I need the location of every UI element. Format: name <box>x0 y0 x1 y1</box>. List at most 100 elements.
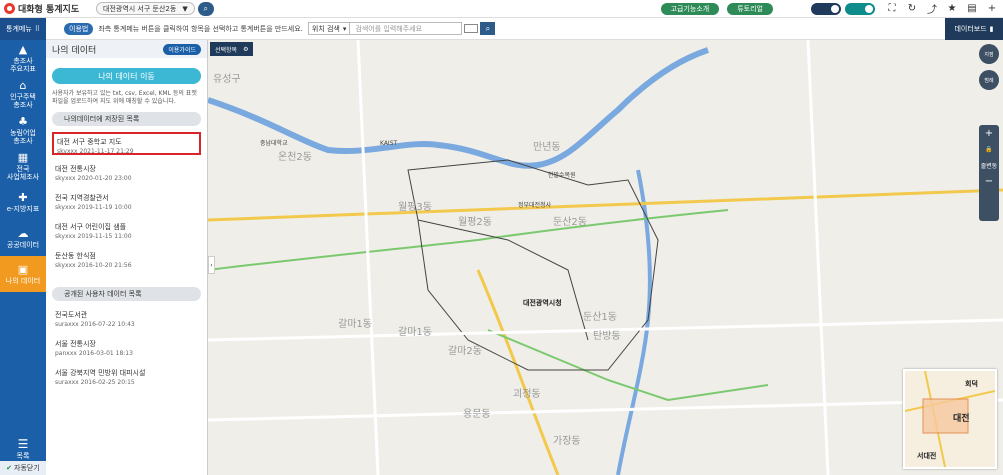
lock-icon[interactable]: 🔒 <box>985 141 992 157</box>
selected-items-button[interactable]: 선택항목 ⚙ <box>210 42 254 56</box>
zoom-control: + 🔒 줄변동 − <box>979 125 999 221</box>
saved-item[interactable]: 대전 전통시장 skyxxx 2020-01-20 23:00 <box>52 161 201 184</box>
nav-item-public-data[interactable]: ☁ 공공데이터 <box>0 220 46 256</box>
map-label: 유성구 <box>213 74 241 85</box>
map-mode-toggle[interactable] <box>811 2 841 15</box>
left-nav: 통계메뉴 ⠿ ▲ 총조사 주요지표 ⌂ 인구주택 총조사 ♣ 농림어업 총조사 ▦ 전국 … <box>0 18 46 475</box>
map-label: 탄방동 <box>593 331 621 342</box>
map-label: 둔산2동 <box>553 217 587 228</box>
auto-close-toggle[interactable]: ✔ 자동닫기 <box>0 461 46 475</box>
sub-toolbar: 이용법 좌측 통계메뉴 버튼을 클릭하여 항목을 선택하고 통계버튼을 만드세요… <box>46 18 1003 40</box>
menu-icon: ☰ <box>17 437 29 451</box>
search-input[interactable]: 검색어를 입력해주세요 <box>350 22 463 35</box>
minimap-label: 회덕 <box>965 380 978 388</box>
minimap-label: 대전 <box>953 414 970 424</box>
nav-item-local-indicators[interactable]: ✚ e-지방지표 <box>0 184 46 220</box>
building-icon: ▦ <box>17 150 29 164</box>
map-label: 갈마2동 <box>448 346 482 357</box>
nav-item-business-survey[interactable]: ▦ 전국 사업체조사 <box>0 148 46 184</box>
zoom-in-button[interactable]: + <box>985 125 993 141</box>
satellite-toggle[interactable] <box>845 2 875 15</box>
my-data-panel: 나의 데이터 이용가이드 나의 데이터 이동 사용자가 보유하고 있는 txt,… <box>46 40 208 475</box>
minimap-label: 서대전 <box>917 452 937 460</box>
chart-icon: ▲ <box>18 42 28 56</box>
location-button[interactable]: 지점 <box>979 44 999 64</box>
star-icon[interactable]: ★ <box>945 2 959 16</box>
top-bar: 대화형 통계지도 대전광역시 서구 둔산2동 ▼ ⌕ 고급기능소개 튜토리얼 ⛶ … <box>0 0 1003 18</box>
map-label: 용문동 <box>463 409 491 420</box>
guide-button[interactable]: 이용가이드 <box>163 43 201 55</box>
legend-button[interactable]: 범례 <box>979 70 999 90</box>
region-select[interactable]: 대전광역시 서구 둔산2동 ▼ <box>96 2 195 15</box>
cloud-icon: ☁ <box>17 226 29 240</box>
map-label: KAIST <box>380 140 398 147</box>
nav-item-agriculture-census[interactable]: ♣ 농림어업 총조사 <box>0 112 46 148</box>
map-label: 한밭수목원 <box>548 172 576 179</box>
map-label: 괴정동 <box>513 389 541 400</box>
shared-item[interactable]: 서울 전통시장 panxxx 2016-03-01 18:13 <box>52 336 201 359</box>
map-label: 둔산1동 <box>583 312 617 323</box>
region-label: 대전광역시 서구 둔산2동 <box>103 4 177 13</box>
panel-title: 나의 데이터 <box>52 45 97 56</box>
refresh-icon[interactable]: ↻ <box>905 2 919 16</box>
logo-icon <box>4 3 15 14</box>
stats-menu-header[interactable]: 통계메뉴 ⠿ <box>0 18 46 40</box>
check-icon: ✔ <box>6 464 13 472</box>
overview-minimap[interactable]: 회덕 대전 서대전 <box>903 369 997 469</box>
my-data-move-button[interactable]: 나의 데이터 이동 <box>52 68 201 84</box>
logo[interactable]: 대화형 통계지도 <box>0 2 92 15</box>
dashboard-button[interactable]: 데이터보드 ▮ <box>945 18 1003 40</box>
search-button[interactable]: ⌕ <box>480 22 496 35</box>
shared-item[interactable]: 전국도서관 suraxxx 2016-07-22 10:43 <box>52 307 201 330</box>
map-label: 가장동 <box>553 436 581 447</box>
tutorial-button[interactable]: 튜토리얼 <box>727 2 773 15</box>
fullscreen-icon[interactable]: ⛶ <box>885 2 899 16</box>
panel-description: 사용자가 보유하고 있는 txt, csv, Excel, KML 등의 표맷파… <box>52 90 197 105</box>
saved-item[interactable]: 대전 서구 중학교 지도 skyxxx 2021-11-17 21:29 <box>52 132 201 155</box>
keyboard-icon[interactable] <box>464 24 479 33</box>
dropdown-arrow-icon: ▼ <box>182 4 188 13</box>
grid-icon: ⠿ <box>34 25 40 33</box>
shared-list-header: 공개된 사용자 데이터 목록 <box>52 287 201 301</box>
plus-icon[interactable]: + <box>985 2 999 16</box>
zoom-out-button[interactable]: − <box>985 173 993 189</box>
list-button[interactable]: ☰ 목록 <box>0 437 46 461</box>
region-icon: ✚ <box>18 190 28 204</box>
map-label: 정부대전청사 <box>518 202 552 209</box>
report-icon[interactable]: ▤ <box>965 2 979 16</box>
panel-header: 나의 데이터 이용가이드 <box>46 40 207 58</box>
panel-collapse-button[interactable]: ‹ <box>208 256 215 274</box>
search-type-select[interactable]: 위치 검색 ▾ <box>307 22 351 35</box>
nav-item-census-indicators[interactable]: ▲ 총조사 주요지표 <box>0 40 46 76</box>
usage-hint: 좌측 통계메뉴 버튼을 클릭하여 항목을 선택하고 통계버튼을 만드세요. <box>98 24 303 33</box>
map-label: 갈마1동 <box>398 327 432 338</box>
saved-item[interactable]: 대전 서구 어린이집 샘플 skyxxx 2019-11-15 11:00 <box>52 219 201 242</box>
map-label: 온천2동 <box>278 152 312 163</box>
app-title: 대화형 통계지도 <box>18 5 80 15</box>
saved-list-header: 나의데이터에 저장된 목록 <box>52 112 201 126</box>
shared-item[interactable]: 서울 강북지역 민방위 대피시설 suraxxx 2016-02-25 20:15 <box>52 365 201 388</box>
saved-item[interactable]: 둔산동 한식점 skyxxx 2016-10-20 21:56 <box>52 248 201 271</box>
house-icon: ⌂ <box>19 78 27 92</box>
advanced-features-button[interactable]: 고급기능소개 <box>660 2 720 15</box>
chevron-down-icon: ▾ <box>342 24 347 33</box>
map-label: 충남대학교 <box>260 140 288 147</box>
gear-icon: ⚙ <box>243 45 249 53</box>
map-roads <box>208 40 1003 475</box>
usage-button[interactable]: 이용법 <box>64 22 94 35</box>
scale-label: 줄변동 <box>980 162 998 170</box>
map-label: 갈마1동 <box>338 319 372 330</box>
map-label: 월평3동 <box>398 202 432 213</box>
nav-item-population-census[interactable]: ⌂ 인구주택 총조사 <box>0 76 46 112</box>
bar-chart-icon: ▮ <box>989 25 994 33</box>
farm-icon: ♣ <box>18 114 28 128</box>
share-icon[interactable]: ⤴ <box>925 2 939 16</box>
map-label: 대전광역시청 <box>523 299 562 307</box>
saved-item[interactable]: 전국 지역경찰관서 skyxxx 2019-11-19 10:00 <box>52 190 201 213</box>
map-label: 만년동 <box>533 142 561 153</box>
nav-item-my-data[interactable]: ▣ 나의 데이터 <box>0 256 46 292</box>
user-data-icon: ▣ <box>17 262 29 276</box>
region-search-button[interactable]: ⌕ <box>197 1 214 16</box>
map-label: 월평2동 <box>458 217 492 228</box>
map-view[interactable]: 선택항목 ⚙ 유성구 온천2동 만년동 월평3동 월평2동 둔산2동 둔산1동 갈… <box>208 40 1003 475</box>
